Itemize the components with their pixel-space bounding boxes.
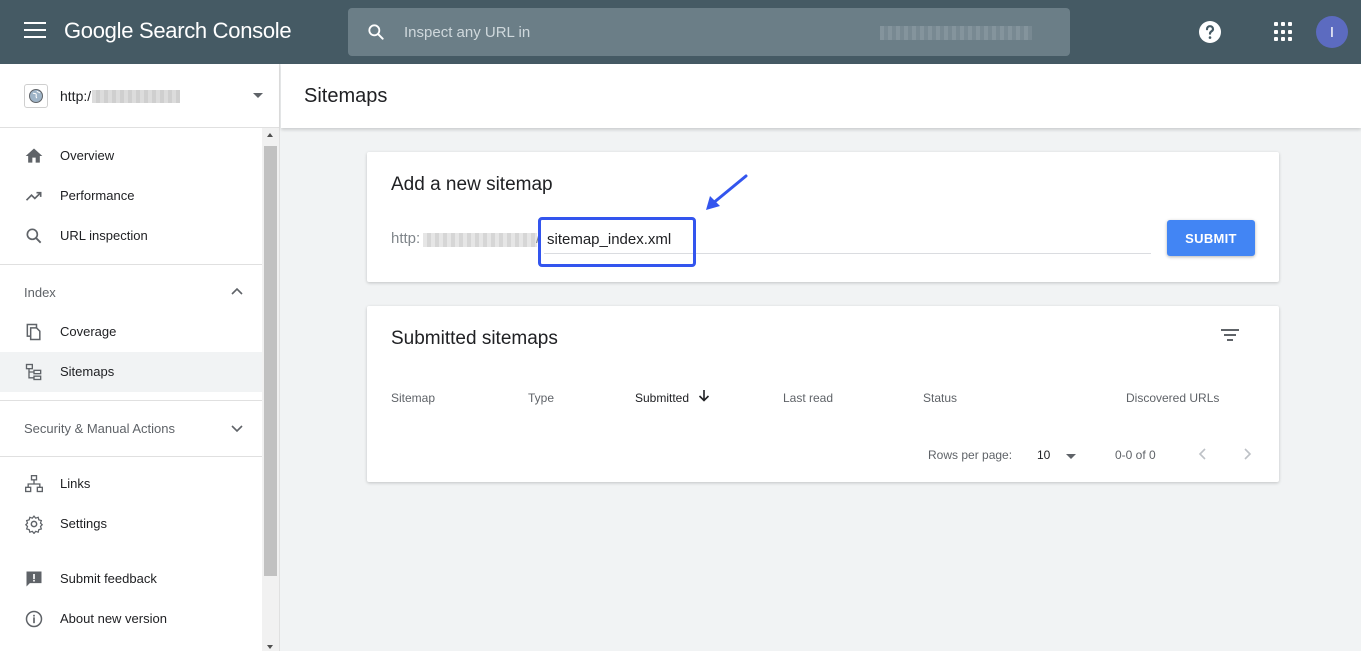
- sidebar-item-label: Overview: [60, 148, 115, 163]
- sidebar-item-label: Sitemaps: [60, 364, 115, 379]
- top-app-bar: Google Search Console I: [0, 0, 1361, 64]
- home-icon: [25, 148, 43, 163]
- column-header-sitemap[interactable]: Sitemap: [391, 391, 435, 405]
- divider: [0, 264, 262, 265]
- sidebar-scrollbar[interactable]: [262, 128, 279, 651]
- app-logo[interactable]: Google Search Console: [64, 18, 292, 44]
- sidebar-item-label: Links: [60, 476, 91, 491]
- card-title: Add a new sitemap: [391, 174, 553, 195]
- page-header: Sitemaps: [281, 64, 1361, 128]
- search-icon: [26, 228, 42, 244]
- caret-down-icon: [253, 93, 263, 98]
- globe-icon: [24, 84, 48, 108]
- divider: [0, 400, 262, 401]
- property-selector[interactable]: http:/: [0, 64, 279, 128]
- submit-button[interactable]: SUBMIT: [1167, 220, 1255, 256]
- feedback-icon: [26, 571, 42, 587]
- search-icon: [368, 24, 384, 40]
- rows-per-page-select[interactable]: 10: [1037, 448, 1050, 462]
- caret-down-icon[interactable]: [1066, 454, 1076, 459]
- redacted-domain: [423, 233, 537, 247]
- chevron-right-icon[interactable]: [1239, 444, 1255, 464]
- rows-per-page-label: Rows per page:: [928, 448, 1013, 462]
- trending-up-icon: [25, 191, 42, 201]
- column-header-type[interactable]: Type: [528, 391, 554, 405]
- sidebar-item-overview[interactable]: Overview: [0, 136, 262, 176]
- property-url: http:/: [60, 88, 92, 104]
- sidebar-item-coverage[interactable]: Coverage: [0, 312, 262, 352]
- gear-icon: [24, 515, 44, 534]
- links-icon: [25, 475, 43, 493]
- section-label: Index: [24, 285, 56, 300]
- card-title: Submitted sitemaps: [391, 328, 558, 349]
- help-icon[interactable]: [1198, 20, 1222, 44]
- chevron-up-icon: [231, 287, 243, 295]
- submitted-sitemaps-card: Submitted sitemaps Sitemap Type Submitte…: [367, 306, 1279, 482]
- sidebar-item-label: Coverage: [60, 324, 117, 339]
- sidebar-item-label: URL inspection: [60, 228, 148, 243]
- section-header-security[interactable]: Security & Manual Actions: [0, 408, 262, 448]
- sidebar-item-label: Settings: [60, 516, 107, 531]
- copy-icon: [26, 323, 41, 341]
- sidebar-item-label: Submit feedback: [60, 571, 157, 586]
- column-header-status[interactable]: Status: [923, 391, 957, 405]
- sidebar-item-submit-feedback[interactable]: Submit feedback: [0, 559, 262, 599]
- menu-icon[interactable]: [24, 22, 46, 42]
- sidebar-item-settings[interactable]: Settings: [0, 504, 262, 544]
- column-header-submitted[interactable]: Submitted: [635, 391, 689, 405]
- divider: [0, 456, 262, 457]
- sidebar-item-label: Performance: [60, 188, 135, 203]
- arrow-down-icon[interactable]: [697, 388, 711, 404]
- sidebar-item-about[interactable]: About new version: [0, 599, 262, 639]
- sitemap-url-input[interactable]: [544, 220, 1151, 254]
- avatar[interactable]: I: [1316, 16, 1348, 48]
- url-prefix: http:: [391, 230, 421, 247]
- info-icon: [25, 610, 43, 628]
- scroll-up-arrow-icon[interactable]: [267, 133, 273, 137]
- page-title: Sitemaps: [304, 85, 388, 107]
- apps-grid-icon[interactable]: [1274, 22, 1294, 42]
- sidebar-item-label: About new version: [60, 611, 167, 626]
- sidebar: http:/ Overview Performance URL inspecti…: [0, 64, 280, 651]
- redacted-domain: [880, 26, 1032, 40]
- url-slash: /: [536, 230, 541, 247]
- section-header-index[interactable]: Index: [0, 272, 262, 312]
- column-header-last-read[interactable]: Last read: [783, 391, 833, 405]
- sidebar-item-links[interactable]: Links: [0, 464, 262, 504]
- sidebar-item-sitemaps[interactable]: Sitemaps: [0, 352, 262, 392]
- sidebar-item-performance[interactable]: Performance: [0, 176, 262, 216]
- url-inspect-search[interactable]: [348, 8, 1070, 56]
- chevron-down-icon: [231, 425, 243, 433]
- pagination-range: 0-0 of 0: [1115, 448, 1156, 462]
- chevron-left-icon[interactable]: [1195, 444, 1211, 464]
- sitemap-icon: [25, 363, 42, 381]
- scroll-thumb[interactable]: [264, 146, 277, 576]
- sidebar-item-url-inspection[interactable]: URL inspection: [0, 216, 262, 256]
- redacted-property: [92, 90, 180, 103]
- section-label: Security & Manual Actions: [24, 421, 176, 436]
- add-sitemap-card: Add a new sitemap http: / sitemap_index.…: [367, 152, 1279, 282]
- filter-icon[interactable]: [1219, 326, 1241, 344]
- scroll-down-arrow-icon[interactable]: [267, 645, 273, 649]
- column-header-discovered-urls[interactable]: Discovered URLs: [1126, 391, 1219, 405]
- annotation-arrow-icon: [706, 174, 748, 210]
